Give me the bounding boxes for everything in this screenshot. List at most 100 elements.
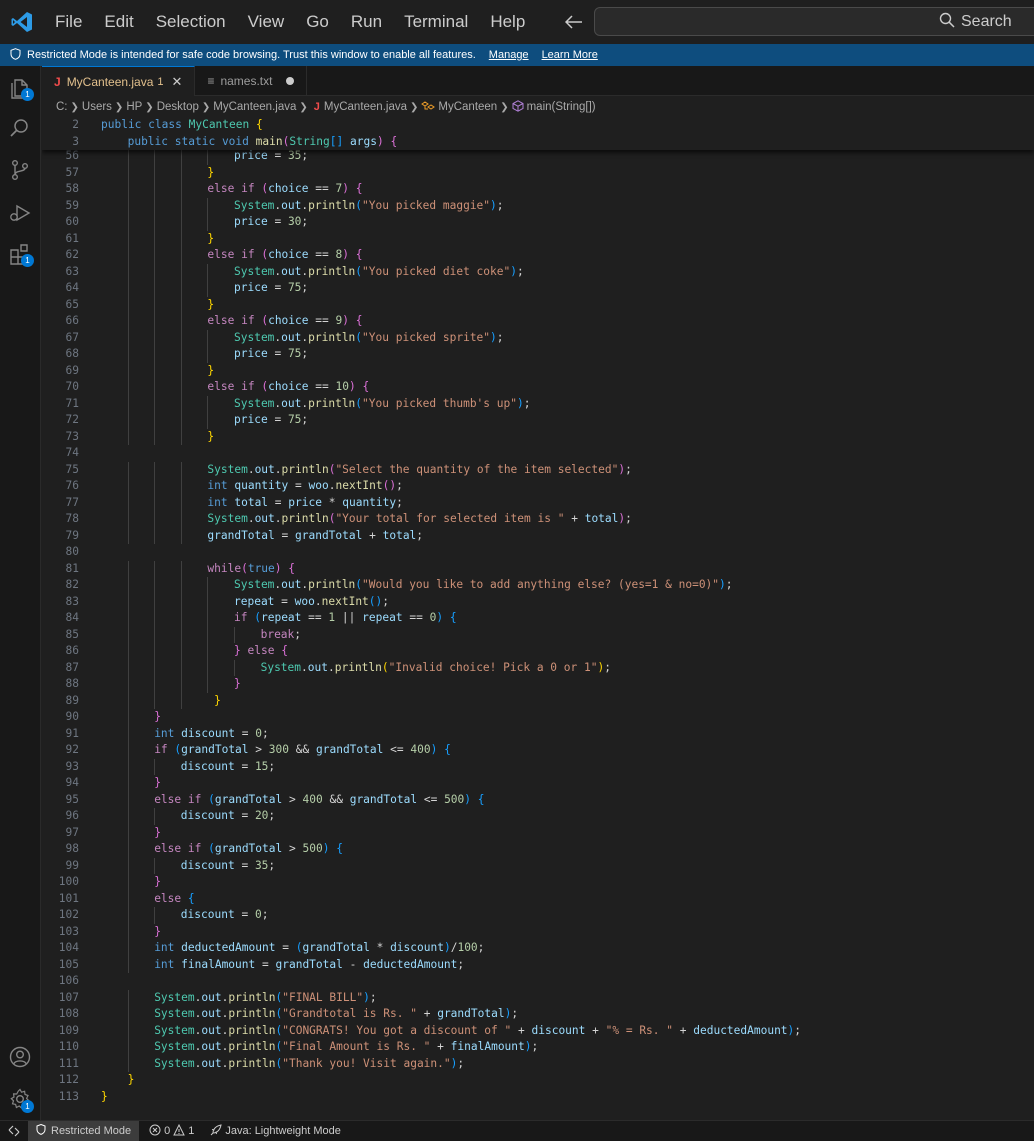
code-line[interactable]: 99 discount = 35; xyxy=(42,857,1034,874)
code-line[interactable]: 89 } xyxy=(42,692,1034,709)
code-line[interactable]: 81 while(true) { xyxy=(42,560,1034,577)
code-line[interactable]: 86} else { xyxy=(42,643,1034,660)
code-line[interactable]: 68 price = 75; xyxy=(42,346,1034,363)
run-debug-icon[interactable] xyxy=(8,201,32,225)
code-line[interactable]: 96 discount = 20; xyxy=(42,808,1034,825)
manage-link[interactable]: Manage xyxy=(489,49,529,61)
code-line[interactable]: 93 discount = 15; xyxy=(42,758,1034,775)
code-line[interactable]: 87 System.out.println("Invalid choice! Pi… xyxy=(42,659,1034,676)
code-line[interactable]: 69} xyxy=(42,362,1034,379)
breadcrumb-item[interactable]: Users xyxy=(82,101,112,113)
menu-run[interactable]: Run xyxy=(340,0,393,44)
code-editor[interactable]: 2 public class MyCanteen {3 public static … xyxy=(42,117,1034,1120)
code-line[interactable]: 95 else if (grandTotal > 400 && grandTota… xyxy=(42,791,1034,808)
code-line[interactable]: 85 break; xyxy=(42,626,1034,643)
code-line[interactable]: 83 repeat = woo.nextInt(); xyxy=(42,593,1034,610)
breadcrumb-item[interactable]: MyCanteen.java xyxy=(324,101,407,113)
breadcrumb-item[interactable]: C: xyxy=(56,101,68,113)
code-line[interactable]: 75 System.out.println("Select the quantit… xyxy=(42,461,1034,478)
code-line[interactable]: 109 System.out.println("CONGRATS! You got… xyxy=(42,1022,1034,1039)
code-line[interactable]: 111 System.out.println("Thank you! Visit … xyxy=(42,1055,1034,1072)
code-line[interactable]: 63 System.out.println("You picked diet co… xyxy=(42,263,1034,280)
menu-view[interactable]: View xyxy=(237,0,296,44)
close-icon[interactable]: ✕ xyxy=(172,74,183,90)
code-line[interactable]: 108 System.out.println("Grandtotal is Rs.… xyxy=(42,1006,1034,1023)
unsaved-dot-icon[interactable] xyxy=(286,77,295,85)
code-line[interactable]: 101 else { xyxy=(42,890,1034,907)
code-line[interactable]: 84 if (repeat == 1 || repeat == 0) { xyxy=(42,610,1034,627)
code-line[interactable]: 80 xyxy=(42,544,1034,561)
code-line[interactable]: 76 int quantity = woo.nextInt(); xyxy=(42,478,1034,495)
remote-icon[interactable] xyxy=(0,1121,28,1141)
code-line[interactable]: 60 price = 30; xyxy=(42,214,1034,231)
menu-terminal[interactable]: Terminal xyxy=(393,0,479,44)
code-line[interactable]: 72 price = 75; xyxy=(42,412,1034,429)
code-line[interactable]: 112} xyxy=(42,1072,1034,1089)
code-line[interactable]: 113} xyxy=(42,1089,1034,1106)
breadcrumb-item[interactable]: Desktop xyxy=(157,101,199,113)
breadcrumb-item[interactable]: MyCanteen.java xyxy=(213,101,296,113)
code-line[interactable]: 3 public static void main(String[] args) … xyxy=(42,134,1034,151)
learn-more-link[interactable]: Learn More xyxy=(542,49,598,61)
search-icon[interactable] xyxy=(8,116,32,140)
tab-names-txt[interactable]: ≡ names.txt xyxy=(195,66,308,96)
code-line[interactable]: 91 int discount = 0; xyxy=(42,725,1034,742)
sticky-scroll[interactable]: 2 public class MyCanteen {3 public static … xyxy=(42,117,1034,150)
code-line[interactable]: 62 else if (choice == 8) { xyxy=(42,247,1034,264)
code-line[interactable]: 102 discount = 0; xyxy=(42,907,1034,924)
restricted-mode-status[interactable]: Restricted Mode xyxy=(28,1121,140,1141)
code-line[interactable]: 61} xyxy=(42,230,1034,247)
code-line[interactable]: 57} xyxy=(42,164,1034,181)
code-line[interactable]: 71 System.out.println("You picked thumb's… xyxy=(42,395,1034,412)
menu-go[interactable]: Go xyxy=(295,0,340,44)
account-icon[interactable] xyxy=(8,1045,32,1069)
code-line[interactable]: 107 System.out.println("FINAL BILL"); xyxy=(42,989,1034,1006)
code-line[interactable]: 100} xyxy=(42,874,1034,891)
code-line[interactable]: 66 else if (choice == 9) { xyxy=(42,313,1034,330)
menu-edit[interactable]: Edit xyxy=(93,0,144,44)
code-line[interactable]: 74 xyxy=(42,445,1034,462)
code-line[interactable]: 79 grandTotal = grandTotal + total; xyxy=(42,527,1034,544)
breadcrumb-item[interactable]: MyCanteen xyxy=(438,101,497,113)
code-line[interactable]: 98 else if (grandTotal > 500) { xyxy=(42,841,1034,858)
menu-selection[interactable]: Selection xyxy=(145,0,237,44)
code-line[interactable]: 58 else if (choice == 7) { xyxy=(42,181,1034,198)
tab-mycanteen-java[interactable]: J MyCanteen.java 1 ✕ xyxy=(42,66,196,96)
code-line[interactable]: 73} xyxy=(42,428,1034,445)
code-line[interactable]: 2 public class MyCanteen { xyxy=(42,117,1034,134)
java-status[interactable]: Java: Lightweight Mode xyxy=(210,1123,341,1139)
shield-icon xyxy=(10,47,21,63)
code-line[interactable]: 64 price = 75; xyxy=(42,280,1034,297)
problems-status[interactable]: 0 1 xyxy=(149,1123,194,1139)
breadcrumb-item[interactable]: HP xyxy=(126,101,142,113)
code-line[interactable]: 103} xyxy=(42,923,1034,940)
code-line[interactable]: 78 System.out.println("Your total for sel… xyxy=(42,511,1034,528)
code-line[interactable]: 77 int total = price * quantity; xyxy=(42,494,1034,511)
breadcrumb-item[interactable]: main(String[]) xyxy=(527,101,596,113)
line-code: price = 75; xyxy=(234,281,309,294)
indent-guide xyxy=(127,329,129,346)
code-line[interactable]: 90} xyxy=(42,709,1034,726)
code-line[interactable]: 104 int deductedAmount = (grandTotal * di… xyxy=(42,940,1034,957)
code-line[interactable]: 59 System.out.println("You picked maggie"… xyxy=(42,197,1034,214)
menu-file[interactable]: File xyxy=(44,0,93,44)
code-line[interactable]: 106 xyxy=(42,973,1034,990)
back-arrow-icon[interactable] xyxy=(564,12,584,32)
line-code: int deductedAmount = (grandTotal * disco… xyxy=(154,941,485,954)
code-line[interactable]: 92 if (grandTotal > 300 && grandTotal <= … xyxy=(42,742,1034,759)
indent-guide xyxy=(127,1039,129,1056)
code-line[interactable]: 56 price = 35; xyxy=(42,148,1034,165)
line-number: 96 xyxy=(65,809,79,822)
code-line[interactable]: 88} xyxy=(42,676,1034,693)
code-line[interactable]: 97} xyxy=(42,824,1034,841)
code-line[interactable]: 65} xyxy=(42,296,1034,313)
code-line[interactable]: 67 System.out.println("You picked sprite"… xyxy=(42,329,1034,346)
command-center-search[interactable]: Search xyxy=(594,7,1034,36)
code-line[interactable]: 94} xyxy=(42,775,1034,792)
source-control-icon[interactable] xyxy=(8,158,32,182)
code-line[interactable]: 82 System.out.println("Would you like to … xyxy=(42,577,1034,594)
code-line[interactable]: 105 int finalAmount = grandTotal - deduct… xyxy=(42,956,1034,973)
code-line[interactable]: 70 else if (choice == 10) { xyxy=(42,379,1034,396)
code-line[interactable]: 110 System.out.println("Final Amount is R… xyxy=(42,1039,1034,1056)
menu-help[interactable]: Help xyxy=(479,0,536,44)
